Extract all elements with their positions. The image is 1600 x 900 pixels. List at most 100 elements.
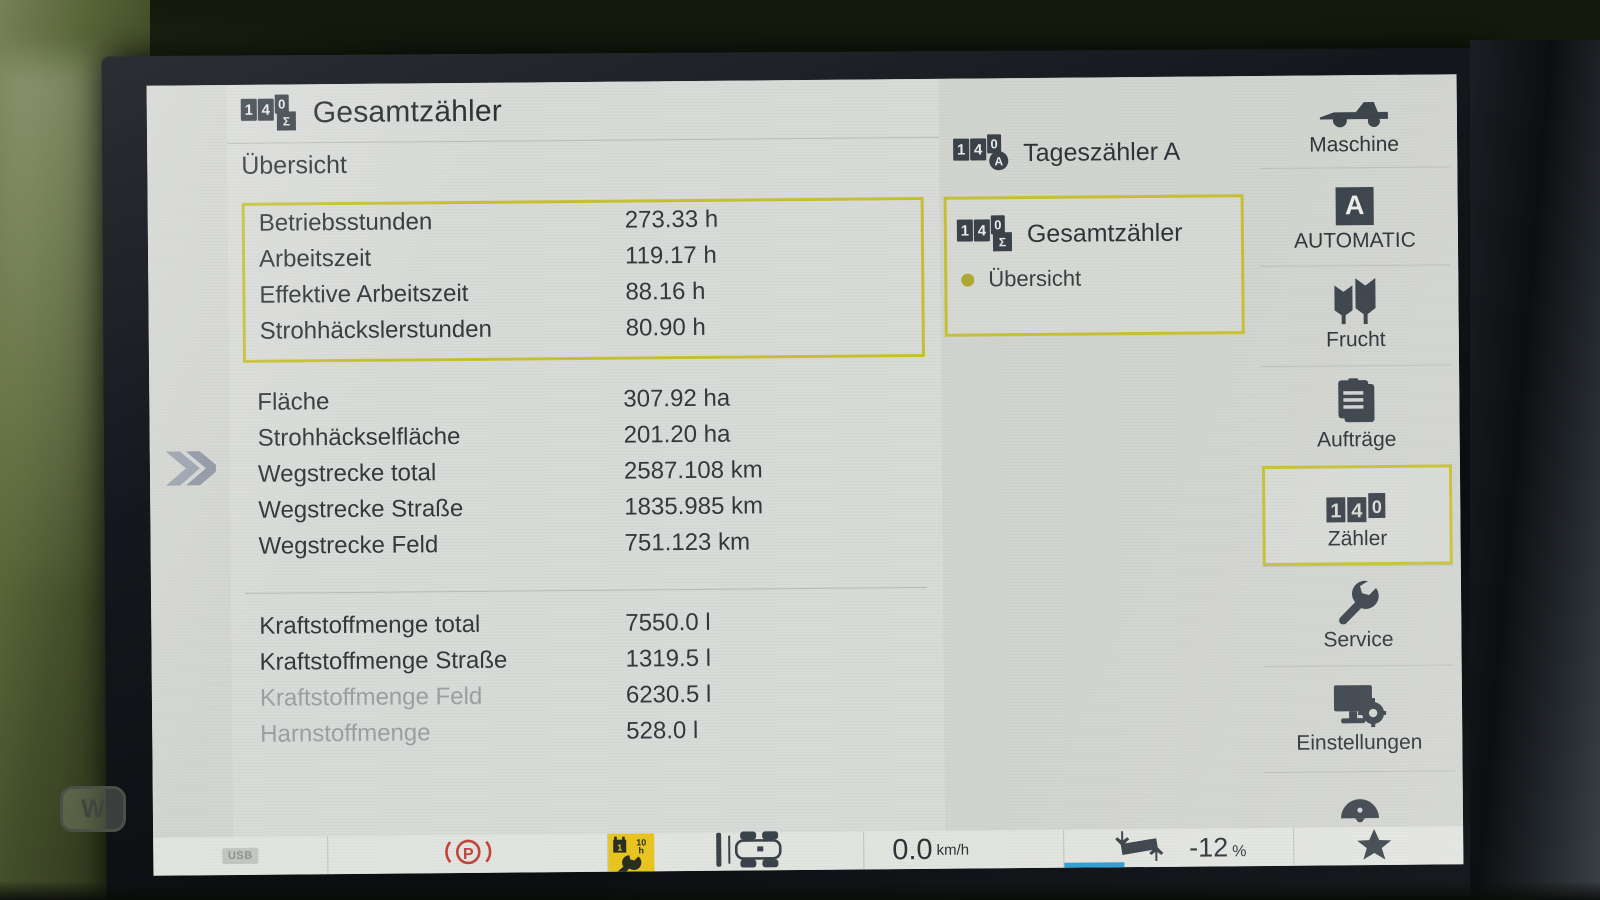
row-label: Betriebsstunden [258, 208, 433, 237]
selected-bullet-icon [961, 273, 975, 287]
sidebar-item-label: Zähler [1327, 526, 1388, 551]
main-menu-sidebar: Maschine A AUTOMATIC Frucht Aufträge 1 4… [1250, 74, 1464, 829]
table-row: Wegstrecke total 2587.108 km [244, 451, 926, 493]
counter-total-icon: 140 Σ [956, 215, 1013, 252]
counter-item-total[interactable]: 140 Σ Gesamtzähler Übersicht [943, 194, 1245, 337]
wheat-ears-icon [1329, 277, 1381, 324]
automatic-a-icon: A [1335, 181, 1374, 225]
counter-14-icon: 1 4 0 [1326, 479, 1388, 524]
row-label: Effektive Arbeitszeit [259, 279, 469, 309]
counter-group-fuel[interactable]: Kraftstoffmenge total 7550.0 l Kraftstof… [245, 603, 928, 759]
combine-top-view-icon [714, 829, 804, 875]
row-label: Kraftstoffmenge total [259, 610, 481, 640]
status-favorite[interactable] [1294, 826, 1454, 865]
speed-unit: km/h [936, 841, 970, 859]
left-rail [146, 85, 234, 838]
sidebar-item-service[interactable]: Service [1262, 564, 1454, 667]
row-value: 119.17 h [624, 241, 717, 270]
counter-day-a-icon: 140 A [953, 134, 1009, 171]
counter-item-label: Gesamtzähler [1026, 218, 1183, 248]
terminal-display: 140 Σ Gesamtzähler Übersicht Betriebsstu… [146, 74, 1464, 876]
service-wrench-icon: 1 10 h [608, 833, 655, 876]
table-row: Wegstrecke Straße 1835.985 km [244, 487, 926, 529]
row-label: Kraftstoffmenge Straße [259, 646, 508, 676]
page-header: 140 Σ Gesamtzähler [227, 79, 939, 143]
main-panel: 140 Σ Gesamtzähler Übersicht Betriebsstu… [226, 78, 946, 838]
counter-item-day-a[interactable]: 140 A Tageszähler A [953, 134, 1181, 171]
row-label: Wegstrecke Feld [258, 531, 439, 560]
status-usb[interactable]: USB [153, 836, 329, 876]
row-value: 1319.5 l [625, 644, 712, 673]
table-row: Harnstoffmenge 528.0 l [246, 711, 928, 753]
wrench-icon [1335, 579, 1381, 624]
row-label: Fläche [257, 388, 330, 416]
row-value: 273.33 h [624, 205, 719, 234]
sidebar-item-einstellungen[interactable]: Einstellungen [1263, 664, 1455, 773]
speed-value: 0.0 [892, 833, 933, 866]
status-slope: -12% [1064, 827, 1295, 868]
svg-text:1: 1 [1330, 500, 1341, 522]
sidebar-item-frucht[interactable]: Frucht [1260, 264, 1452, 367]
svg-text:0: 0 [1372, 497, 1382, 517]
row-value: 7550.0 l [625, 608, 711, 637]
star-icon [1357, 827, 1392, 864]
table-row: Wegstrecke Feld 751.123 km [244, 523, 926, 565]
sidebar-item-partial[interactable] [1264, 770, 1456, 828]
sidebar-item-maschine[interactable]: Maschine [1259, 74, 1450, 168]
svg-text:P: P [462, 845, 473, 862]
table-row: Kraftstoffmenge Straße 1319.5 l [245, 639, 927, 681]
sidebar-item-label: Service [1323, 627, 1394, 651]
counter-item-label: Tageszähler A [1023, 137, 1181, 167]
double-chevron-right-icon[interactable] [164, 443, 220, 493]
counter-subitem-overview[interactable]: Übersicht [947, 257, 1241, 300]
row-value: 1835.985 km [624, 492, 764, 521]
row-value: 307.92 ha [623, 384, 731, 413]
counter-group-hours[interactable]: Betriebsstunden 273.33 h Arbeitszeit 119… [241, 196, 925, 363]
page-subtitle-bar: Übersicht [227, 136, 940, 190]
row-label: Harnstoffmenge [260, 719, 431, 748]
table-row: Arbeitszeit 119.17 h [245, 236, 921, 278]
table-row: Betriebsstunden 273.33 h [245, 200, 921, 242]
row-label: Arbeitszeit [258, 244, 372, 273]
row-value: 751.123 km [624, 528, 751, 557]
sidebar-item-automatic[interactable]: A AUTOMATIC [1259, 166, 1451, 267]
usb-badge-label: USB [221, 847, 259, 865]
sidebar-item-label: Maschine [1309, 132, 1400, 157]
row-label: Kraftstoffmenge Feld [259, 682, 483, 712]
row-label: Strohhäckselfläche [257, 423, 461, 452]
dome-indicator-icon [1337, 777, 1383, 822]
manufacturer-badge: W [60, 786, 126, 832]
page-title: Gesamtzähler [312, 94, 503, 130]
status-service-due[interactable]: 1 10 h [608, 833, 655, 876]
sidebar-item-auftraege[interactable]: Aufträge [1261, 364, 1452, 467]
sidebar-item-zaehler[interactable]: 1 4 0 Zähler [1261, 464, 1453, 567]
row-value: 88.16 h [625, 277, 706, 306]
sidebar-item-label: Aufträge [1316, 427, 1397, 452]
row-value: 80.90 h [625, 313, 706, 342]
sidebar-item-label: AUTOMATIC [1293, 228, 1416, 253]
status-machine-overview[interactable] [654, 830, 865, 872]
table-row: Fläche 307.92 ha [243, 379, 925, 421]
row-value: 528.0 l [626, 716, 699, 745]
clipboard-tasks-icon [1334, 377, 1378, 423]
svg-text:h: h [638, 845, 644, 855]
row-label: Strohhäckslerstunden [259, 315, 492, 345]
counter-selection-panel: 140 A Tageszähler A 140 Σ Gesamtzähler Ü… [938, 76, 1258, 831]
table-row: Strohhäckselfläche 201.20 ha [244, 415, 926, 457]
row-value: 2587.108 km [623, 456, 763, 485]
counter-total-icon: 140 Σ [240, 94, 297, 131]
counter-item-total-head: 140 Σ Gesamtzähler [956, 215, 1251, 252]
monitor-gear-icon [1332, 682, 1387, 727]
counter-subitem-label: Übersicht [988, 265, 1082, 292]
row-value: 6230.5 l [625, 680, 712, 709]
cab-floor [0, 882, 1600, 900]
terminal-bezel-right [1470, 40, 1600, 900]
table-row: Effektive Arbeitszeit 88.16 h [245, 272, 921, 314]
combine-machine-icon [1318, 85, 1390, 130]
slope-value: -12 [1188, 831, 1229, 863]
sidebar-item-label: Frucht [1325, 327, 1386, 351]
counter-group-area-distance[interactable]: Fläche 307.92 ha Strohhäckselfläche 201.… [243, 379, 927, 575]
slope-unit: % [1232, 842, 1247, 860]
row-label: Wegstrecke total [257, 459, 437, 488]
svg-text:1: 1 [617, 843, 622, 853]
